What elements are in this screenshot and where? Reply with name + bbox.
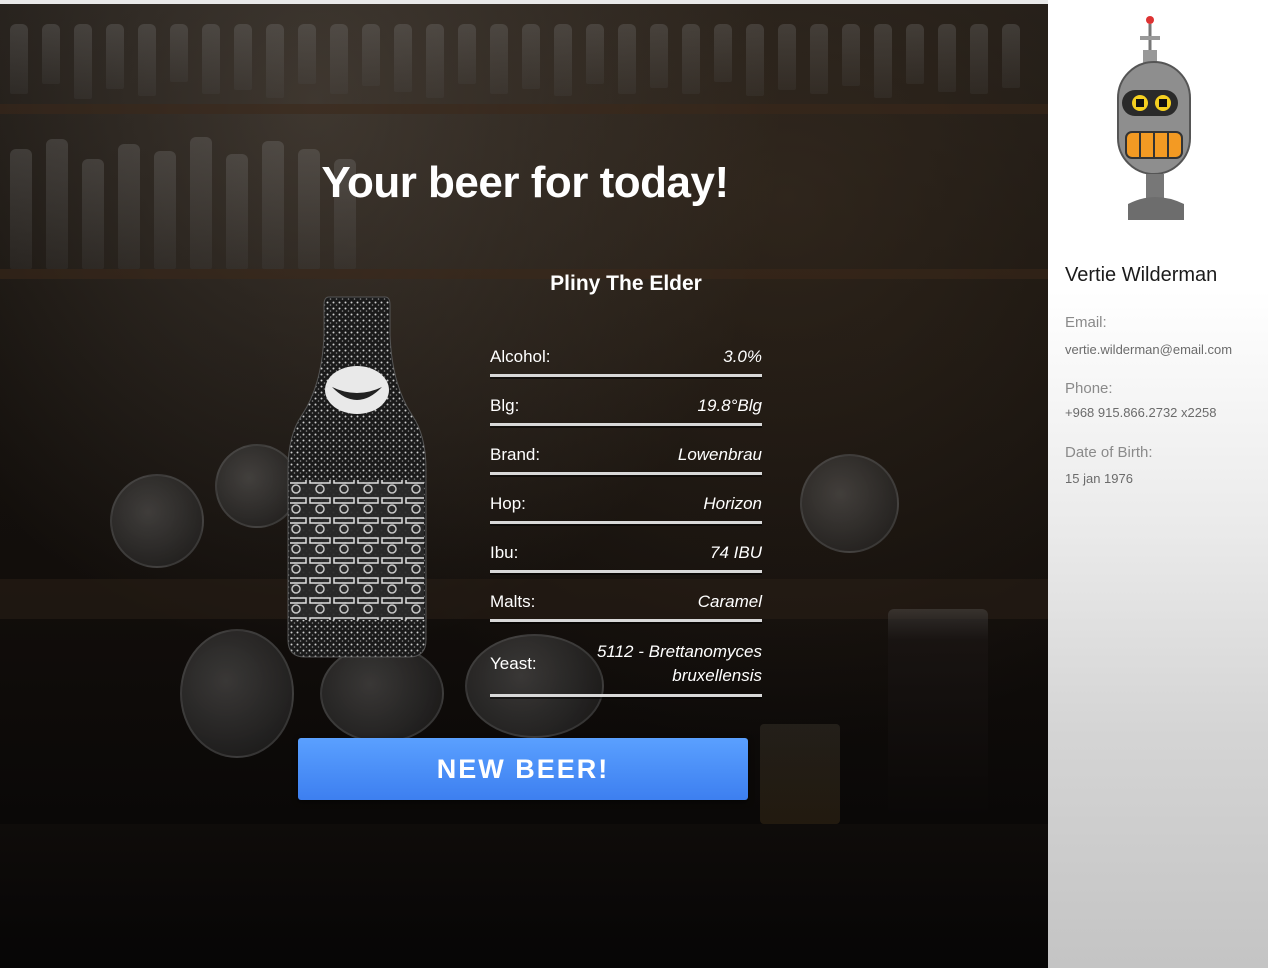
background-tap-handle <box>110 474 204 568</box>
spec-row-alcohol: Alcohol: 3.0% <box>490 338 762 377</box>
spec-label: Malts: <box>490 592 536 611</box>
page-title: Your beer for today! <box>321 158 729 207</box>
spec-value: 74 IBU <box>710 543 762 562</box>
spec-row-brand: Brand: Lowenbrau <box>490 436 762 475</box>
spec-label: Ibu: <box>490 543 519 562</box>
spec-value: Horizon <box>703 494 762 513</box>
spec-label: Brand: <box>490 445 541 464</box>
user-name: Vertie Wilderman <box>1065 264 1218 286</box>
top-border <box>0 0 1048 4</box>
spec-value: Caramel <box>697 592 762 611</box>
spec-value: 5112 - Brettanomyces bruxellensis <box>596 642 762 685</box>
dob-label: Date of Birth: <box>1065 444 1153 461</box>
spec-value: 3.0% <box>723 347 762 366</box>
spec-row-malts: Malts: Caramel <box>490 583 762 622</box>
background-shelf-1 <box>0 104 1048 114</box>
spec-value: Lowenbrau <box>677 445 762 464</box>
spec-row-ibu: Ibu: 74 IBU <box>490 534 762 573</box>
email-label: Email: <box>1065 314 1107 331</box>
background-tap-handle <box>800 454 899 553</box>
dob-value: 15 jan 1976 <box>1065 471 1133 486</box>
spec-value: 19.8°Blg <box>697 396 762 415</box>
background-pint-glass <box>888 609 988 819</box>
spec-row-blg: Blg: 19.8°Blg <box>490 387 762 426</box>
spec-label: Alcohol: <box>490 347 551 366</box>
phone-value: +968 915.866.2732 x2258 <box>1065 405 1217 420</box>
spec-row-hop: Hop: Horizon <box>490 485 762 524</box>
beer-bottle-icon <box>287 296 427 658</box>
background-bottle-shelf-1 <box>0 24 1048 104</box>
spec-row-yeast: Yeast: 5112 - Brettanomyces bruxellensis <box>490 632 762 697</box>
background-bar-front <box>0 824 1048 968</box>
phone-label: Phone: <box>1065 380 1113 397</box>
spec-label: Blg: <box>490 396 520 415</box>
background-small-glass <box>760 724 840 824</box>
spec-label: Hop: <box>490 494 526 513</box>
beer-name: Pliny The Elder <box>550 272 702 295</box>
user-profile-sidebar: Vertie Wilderman Email: vertie.wilderman… <box>1048 0 1268 968</box>
spec-label: Yeast: <box>490 654 537 673</box>
new-beer-button[interactable]: NEW BEER! <box>298 738 748 800</box>
beer-specs-list: Alcohol: 3.0% Blg: 19.8°Blg Brand: Lowen… <box>490 338 762 707</box>
email-value: vertie.wilderman@email.com <box>1065 342 1233 357</box>
robot-avatar-icon <box>1117 16 1191 220</box>
beer-app-page: Your beer for today! Pliny The Elder Alc… <box>0 0 1268 968</box>
background-tap-handle <box>180 629 294 758</box>
